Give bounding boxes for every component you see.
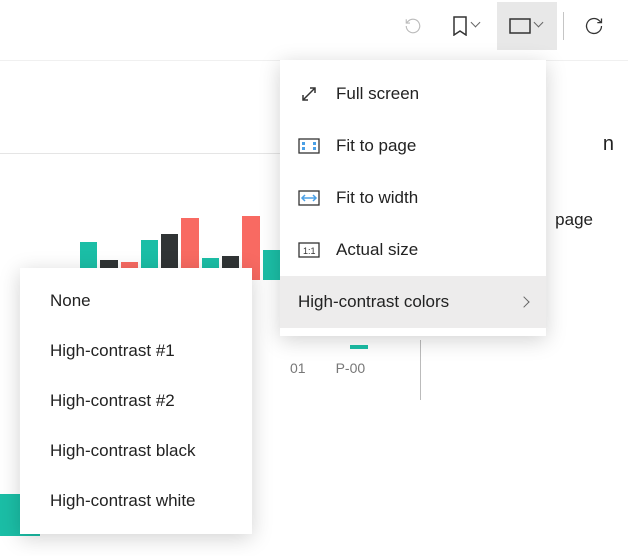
- menu-item-actual-size[interactable]: 1:1 Actual size: [280, 224, 546, 276]
- axis-ticks: 01 P-00: [290, 360, 365, 376]
- menu-item-fit-to-width[interactable]: Fit to width: [280, 172, 546, 224]
- reset-icon: [404, 17, 422, 35]
- menu-item-label: Actual size: [336, 240, 418, 260]
- submenu-label: High-contrast black: [50, 441, 196, 461]
- page-label: page: [555, 210, 593, 230]
- axis-tick: P-00: [336, 360, 366, 376]
- refresh-button[interactable]: [570, 2, 618, 50]
- fit-width-icon: [298, 187, 320, 209]
- bookmark-icon: [452, 16, 468, 36]
- toolbar: [389, 0, 628, 52]
- submenu-item-none[interactable]: None: [20, 276, 252, 326]
- legend-swatch: [350, 345, 368, 349]
- view-rectangle-icon: [509, 18, 531, 34]
- svg-text:1:1: 1:1: [303, 246, 316, 256]
- menu-item-high-contrast[interactable]: High-contrast colors: [280, 276, 546, 328]
- view-menu: Full screen Fit to page Fit to width 1:1…: [280, 60, 546, 336]
- fullscreen-icon: [298, 83, 320, 105]
- view-button[interactable]: [497, 2, 557, 50]
- submenu-item-hc2[interactable]: High-contrast #2: [20, 376, 252, 426]
- truncated-text: n: [603, 133, 614, 156]
- menu-item-label: High-contrast colors: [298, 292, 449, 312]
- bookmark-button[interactable]: [437, 2, 497, 50]
- actual-size-icon: 1:1: [298, 239, 320, 261]
- chevron-right-icon: [520, 298, 528, 306]
- menu-item-fit-to-page[interactable]: Fit to page: [280, 120, 546, 172]
- submenu-item-hc1[interactable]: High-contrast #1: [20, 326, 252, 376]
- submenu-label: High-contrast #1: [50, 341, 175, 361]
- vertical-divider: [420, 340, 421, 400]
- menu-item-full-screen[interactable]: Full screen: [280, 68, 546, 120]
- submenu-label: High-contrast white: [50, 491, 196, 511]
- submenu-item-hc-white[interactable]: High-contrast white: [20, 476, 252, 526]
- submenu-item-hc-black[interactable]: High-contrast black: [20, 426, 252, 476]
- menu-item-label: Full screen: [336, 84, 419, 104]
- chart-bar: [263, 250, 280, 280]
- toolbar-divider: [563, 12, 564, 40]
- chevron-down-icon: [472, 21, 482, 31]
- chevron-down-icon: [535, 21, 545, 31]
- menu-item-label: Fit to page: [336, 136, 416, 156]
- submenu-label: None: [50, 291, 91, 311]
- refresh-icon: [584, 16, 604, 36]
- high-contrast-submenu: None High-contrast #1 High-contrast #2 H…: [20, 268, 252, 534]
- axis-tick: 01: [290, 360, 306, 376]
- submenu-label: High-contrast #2: [50, 391, 175, 411]
- fit-page-icon: [298, 135, 320, 157]
- menu-item-label: Fit to width: [336, 188, 418, 208]
- content-divider: [0, 64, 280, 154]
- reset-button[interactable]: [389, 2, 437, 50]
